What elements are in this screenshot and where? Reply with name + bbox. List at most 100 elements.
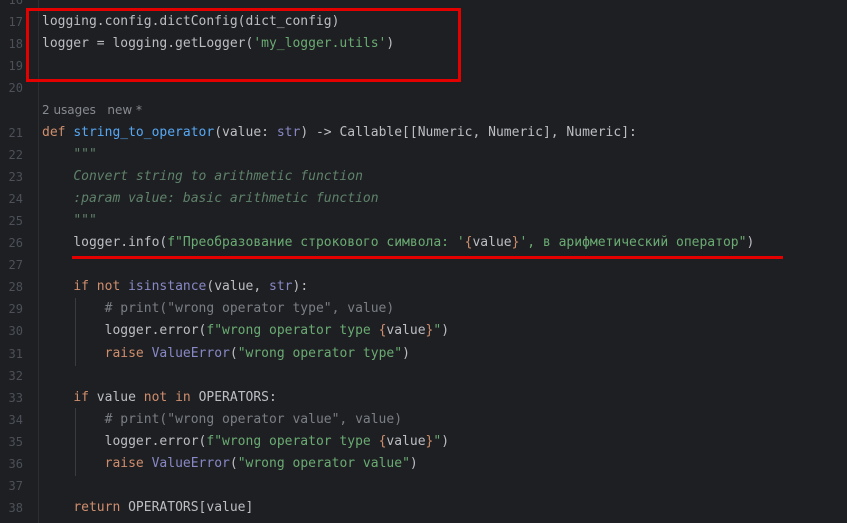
line-number: 23: [8, 169, 23, 184]
line-number: 33: [8, 390, 23, 405]
code-token: "wrong operator type": [237, 345, 403, 361]
line-number: 19: [8, 59, 23, 74]
code-token: logger.error(: [42, 433, 207, 449]
code-line[interactable]: 34 # print("wrong operator value", value…: [0, 409, 847, 431]
code-line[interactable]: 25 """: [0, 210, 847, 232]
code-token: if: [73, 389, 97, 405]
code-line[interactable]: 2 usages new *: [0, 99, 847, 121]
code-token: ):: [292, 279, 309, 295]
code-line[interactable]: 31 raise ValueError("wrong operator type…: [0, 343, 847, 365]
code-token: "wrong operator value": [237, 455, 410, 471]
code-token: (value,: [206, 279, 270, 295]
code-token: ): [746, 235, 755, 251]
code-token: logger.error(: [42, 323, 207, 339]
code-token: f"wrong operator type: [206, 323, 379, 339]
code-token: value: [386, 323, 426, 339]
line-number: 26: [8, 236, 23, 251]
code-token: ): [441, 323, 450, 339]
code-line[interactable]: 32: [0, 365, 847, 387]
line-number: 29: [8, 302, 23, 317]
code-token: """: [73, 212, 97, 228]
code-line[interactable]: 23 Convert string to arithmetic function: [0, 166, 847, 188]
line-number: 32: [8, 368, 23, 383]
code-line[interactable]: 22 """: [0, 144, 847, 166]
line-number: 25: [8, 213, 23, 228]
code-token: value: [386, 433, 426, 449]
code-token: value: [472, 235, 512, 251]
code-token: ): [409, 455, 418, 471]
line-number: 35: [8, 434, 23, 449]
code-text: """: [42, 210, 97, 232]
code-token: str: [276, 124, 301, 140]
line-number: 17: [8, 15, 23, 30]
code-text: logger.error(f"wrong operator type {valu…: [42, 431, 449, 453]
code-line[interactable]: 38 return OPERATORS[value]: [0, 497, 847, 519]
indent-guide: [75, 408, 76, 476]
line-number: 28: [8, 280, 23, 295]
code-token: raise: [104, 345, 152, 361]
line-number: 36: [8, 456, 23, 471]
code-token: ): [402, 345, 410, 361]
code-token: ) -> Callable[[Numeric, Numeric], Numeri…: [300, 124, 637, 140]
code-text: logger.info(f"Преобразование строкового …: [42, 232, 754, 254]
code-token: f"Преобразование строкового символа: ': [167, 235, 465, 251]
code-line[interactable]: 26 logger.info(f"Преобразование строково…: [0, 232, 847, 254]
code-token: (: [229, 455, 238, 471]
code-text: """: [42, 144, 96, 166]
code-token: value: [96, 389, 144, 405]
code-text: # print("wrong operator value", value): [42, 409, 402, 431]
code-line[interactable]: 21 def string_to_operator(value: str) -> …: [0, 122, 847, 144]
code-line[interactable]: 35 logger.error(f"wrong operator type {v…: [0, 431, 847, 453]
code-token: if not: [73, 279, 129, 295]
code-line[interactable]: 33 if value not in OPERATORS:: [0, 387, 847, 409]
code-line[interactable]: 29 # print("wrong operator type", value): [0, 298, 847, 320]
line-number: 21: [8, 125, 23, 140]
code-text: # print("wrong operator type", value): [42, 298, 395, 320]
code-line[interactable]: 36 raise ValueError("wrong operator valu…: [0, 453, 847, 475]
line-number: 34: [8, 412, 23, 427]
line-number: 16: [8, 0, 23, 7]
line-number: 22: [8, 147, 23, 162]
indent-guide: [75, 298, 76, 366]
code-token: ', в арифметический оператор": [519, 235, 747, 251]
line-number: 37: [8, 479, 23, 494]
code-text: def string_to_operator(value: str) -> Ca…: [42, 122, 637, 144]
code-token: isinstance: [128, 279, 207, 295]
code-line[interactable]: 37: [0, 475, 847, 497]
code-token: OPERATORS[value]: [128, 500, 254, 516]
code-token: def: [42, 124, 74, 140]
code-token: raise: [104, 455, 152, 471]
code-text: raise ValueError("wrong operator value"): [42, 453, 418, 475]
code-token: not in: [143, 389, 199, 405]
code-token: return: [73, 500, 129, 516]
highlight-box: [26, 8, 461, 82]
usages-hint[interactable]: 2 usages new *: [42, 99, 142, 121]
code-text: if not isinstance(value, str):: [42, 276, 308, 298]
code-line[interactable]: 28 if not isinstance(value, str):: [0, 276, 847, 298]
code-line[interactable]: 30 logger.error(f"wrong operator type {v…: [0, 320, 847, 342]
code-text: logger.error(f"wrong operator type {valu…: [42, 320, 449, 342]
code-token: :param value: basic arithmetic function: [73, 190, 379, 206]
code-line[interactable]: 24 :param value: basic arithmetic functi…: [0, 188, 847, 210]
code-token: ValueError: [151, 345, 230, 361]
code-token: str: [269, 279, 293, 295]
code-token: ": [433, 323, 442, 339]
line-number: 18: [8, 37, 23, 52]
line-number: 31: [8, 346, 23, 361]
line-number: 30: [8, 324, 23, 339]
code-text: if value not in OPERATORS:: [42, 387, 277, 409]
code-token: (value:: [214, 124, 277, 140]
line-number: 24: [8, 191, 23, 206]
code-token: ": [433, 433, 442, 449]
code-token: OPERATORS:: [198, 389, 277, 405]
